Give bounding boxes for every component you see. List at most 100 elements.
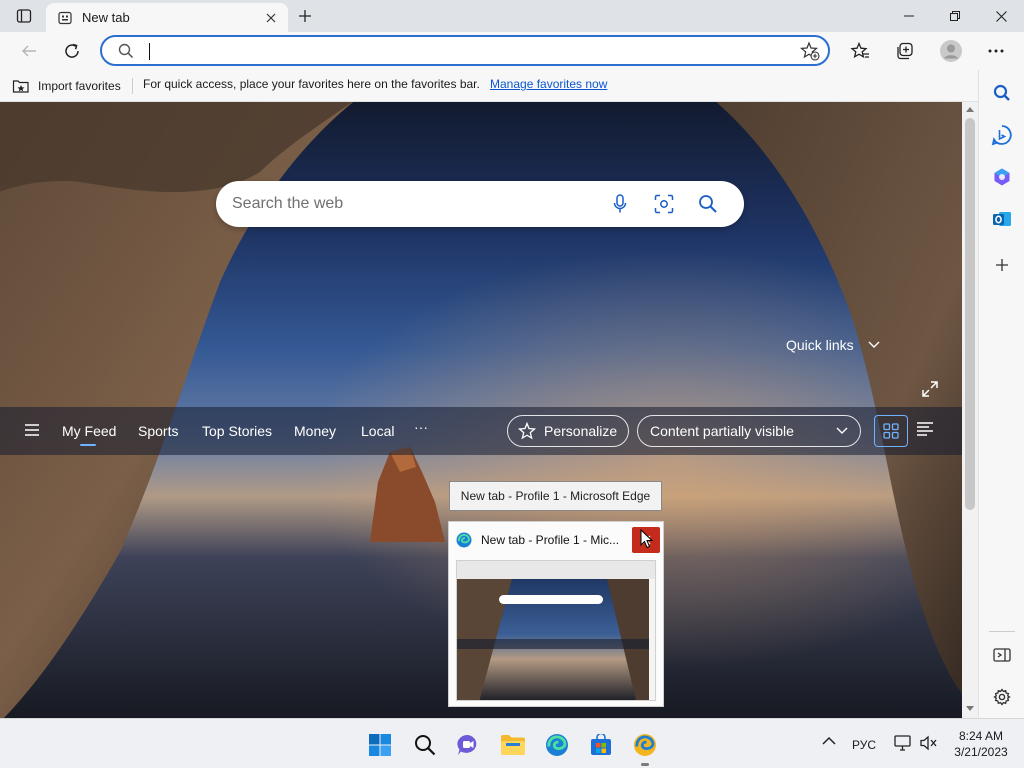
avatar-icon bbox=[940, 40, 962, 62]
chevron-down-icon bbox=[868, 341, 880, 348]
chevron-down-icon bbox=[836, 427, 848, 435]
sidebar-hide-button[interactable] bbox=[979, 640, 1024, 670]
settings-more-button[interactable] bbox=[981, 37, 1011, 65]
edge-icon bbox=[546, 734, 568, 756]
visual-search-button[interactable] bbox=[653, 193, 675, 215]
focus-mode-button[interactable] bbox=[920, 379, 940, 399]
title-bar: New tab bbox=[0, 0, 1024, 32]
preview-title: New tab - Profile 1 - Mic... bbox=[481, 533, 620, 547]
import-favorites-icon bbox=[12, 80, 29, 93]
feed-menu-button[interactable] bbox=[24, 423, 40, 437]
favorites-star-icon bbox=[850, 41, 869, 59]
browser-tab[interactable]: New tab bbox=[46, 3, 288, 32]
search-icon bbox=[415, 735, 436, 756]
sidebar-divider bbox=[989, 631, 1015, 632]
scroll-thumb[interactable] bbox=[965, 118, 975, 510]
sidebar-settings-button[interactable] bbox=[979, 682, 1024, 712]
content-visibility-dropdown[interactable]: Content partially visible bbox=[637, 415, 861, 447]
input-language-indicator[interactable]: РУС bbox=[852, 738, 876, 752]
feed-tab-money[interactable]: Money bbox=[294, 423, 336, 439]
window-close-button[interactable] bbox=[978, 0, 1024, 32]
collections-button[interactable] bbox=[890, 37, 920, 65]
sidebar-copilot-button[interactable] bbox=[979, 162, 1024, 192]
windows-logo-icon bbox=[369, 734, 391, 756]
taskbar-search-button[interactable] bbox=[409, 729, 441, 761]
edge-canary-icon bbox=[634, 734, 656, 756]
grid-icon bbox=[883, 423, 899, 439]
plus-icon bbox=[299, 10, 311, 22]
search-icon bbox=[993, 84, 1010, 101]
quick-links-toggle[interactable]: Quick links bbox=[786, 337, 880, 353]
sidebar-bing-button[interactable] bbox=[979, 120, 1024, 150]
scroll-down-arrow-icon[interactable] bbox=[966, 706, 974, 712]
active-tab-indicator bbox=[80, 444, 96, 446]
feed-tab-my-feed[interactable]: My Feed bbox=[62, 423, 116, 439]
scroll-up-arrow-icon[interactable] bbox=[966, 106, 974, 112]
taskbar-window-preview[interactable]: New tab - Profile 1 - Mic... bbox=[448, 521, 664, 707]
edge-icon bbox=[456, 532, 472, 548]
feed-tab-sports[interactable]: Sports bbox=[138, 423, 178, 439]
tab-actions-icon bbox=[16, 9, 32, 23]
address-input[interactable] bbox=[154, 41, 774, 62]
taskbar-edge-canary-button[interactable] bbox=[629, 729, 661, 761]
refresh-button[interactable] bbox=[57, 37, 87, 65]
page-scrollbar[interactable] bbox=[962, 102, 978, 718]
sidebar-search-button[interactable] bbox=[979, 78, 1024, 108]
refresh-icon bbox=[65, 43, 79, 58]
show-hidden-icons-button[interactable] bbox=[822, 736, 836, 746]
taskbar-chat-button[interactable] bbox=[452, 729, 484, 761]
back-button[interactable] bbox=[14, 37, 44, 65]
grid-layout-button[interactable] bbox=[874, 415, 908, 447]
microphone-icon bbox=[613, 194, 627, 213]
restore-button[interactable] bbox=[932, 0, 978, 32]
quick-links-label: Quick links bbox=[786, 337, 854, 353]
windows-taskbar: РУС 8:24 AM 3/21/2023 bbox=[0, 718, 1024, 768]
minimize-button[interactable] bbox=[886, 0, 932, 32]
voice-search-button[interactable] bbox=[609, 193, 631, 215]
speaker-muted-icon[interactable] bbox=[920, 735, 938, 751]
outlook-icon bbox=[993, 212, 1011, 226]
sidebar-add-button[interactable] bbox=[979, 250, 1024, 280]
gear-icon bbox=[993, 688, 1011, 706]
taskbar-file-explorer-button[interactable] bbox=[497, 729, 529, 761]
copilot-icon bbox=[994, 168, 1010, 186]
store-icon bbox=[591, 734, 611, 755]
taskbar-edge-button[interactable] bbox=[541, 729, 573, 761]
collections-icon bbox=[897, 42, 913, 60]
tab-close-button[interactable] bbox=[260, 7, 282, 29]
feed-more-button[interactable]: ··· bbox=[414, 419, 428, 435]
new-tab-button[interactable] bbox=[292, 4, 318, 28]
favorites-bar-message: For quick access, place your favorites h… bbox=[143, 77, 480, 91]
sidebar-outlook-button[interactable] bbox=[979, 204, 1024, 234]
web-search-box[interactable]: Search the web bbox=[216, 181, 744, 227]
tab-actions-button[interactable] bbox=[8, 4, 40, 28]
favorites-divider bbox=[132, 78, 133, 94]
background-sea-stack bbox=[370, 447, 445, 542]
profile-button[interactable] bbox=[936, 36, 966, 66]
network-volume-tray-button[interactable] bbox=[894, 735, 912, 751]
back-arrow-icon bbox=[22, 45, 36, 57]
more-dots-icon bbox=[988, 49, 1004, 53]
list-icon bbox=[917, 422, 933, 436]
tab-title: New tab bbox=[82, 10, 130, 25]
clock-date: 3/21/2023 bbox=[954, 745, 1008, 759]
edge-sidebar bbox=[978, 70, 1024, 718]
feed-tab-local[interactable]: Local bbox=[361, 423, 394, 439]
plus-icon bbox=[996, 259, 1008, 271]
feed-tab-top-stories[interactable]: Top Stories bbox=[202, 423, 272, 439]
import-favorites-button[interactable]: Import favorites bbox=[12, 76, 121, 96]
start-button[interactable] bbox=[364, 729, 396, 761]
search-submit-button[interactable] bbox=[697, 193, 719, 215]
import-favorites-label: Import favorites bbox=[38, 79, 121, 93]
personalize-button[interactable]: Personalize bbox=[507, 415, 629, 447]
system-clock[interactable]: 8:24 AM 3/21/2023 bbox=[948, 728, 1014, 760]
add-favorite-button[interactable] bbox=[800, 41, 820, 61]
manage-favorites-link[interactable]: Manage favorites now bbox=[490, 77, 607, 91]
address-bar[interactable] bbox=[100, 35, 830, 66]
taskbar-store-button[interactable] bbox=[585, 729, 617, 761]
feed-navigation-bar: My Feed Sports Top Stories Money Local ·… bbox=[0, 407, 962, 455]
list-layout-button[interactable] bbox=[916, 421, 934, 437]
text-cursor bbox=[149, 43, 150, 60]
hamburger-icon bbox=[25, 424, 39, 436]
favorites-button[interactable] bbox=[845, 37, 875, 65]
